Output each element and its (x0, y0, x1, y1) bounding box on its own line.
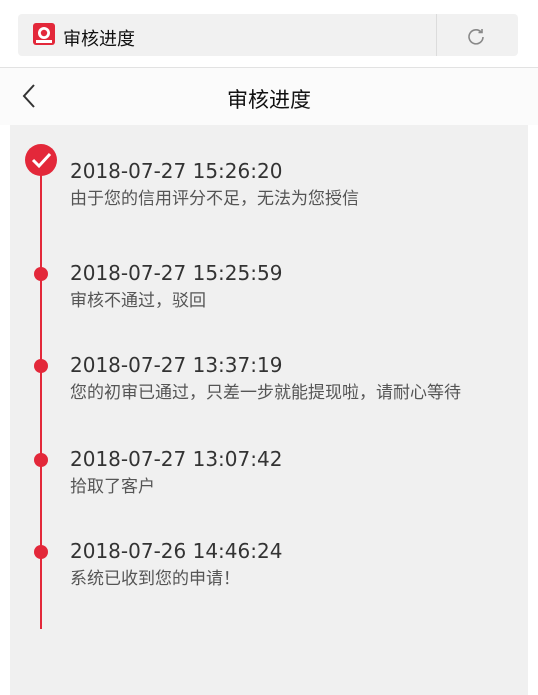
page-title: 审核进度 (227, 88, 311, 112)
app-logo-icon (33, 23, 55, 45)
nav-bar: 审核进度 (0, 68, 538, 125)
item-time: 2018-07-27 13:07:42 (70, 447, 283, 471)
timeline-dot (34, 267, 48, 281)
refresh-icon[interactable] (466, 26, 486, 46)
divider (436, 14, 437, 56)
timeline-item: 2018-07-26 14:46:24 系统已收到您的申请！ (70, 539, 282, 590)
timeline-item: 2018-07-27 15:25:59 审核不通过，驳回 (70, 261, 282, 312)
item-time: 2018-07-27 15:26:20 (70, 159, 283, 183)
timeline-item: 2018-07-27 13:07:42 拾取了客户 (70, 447, 282, 498)
timeline-dot (34, 359, 48, 373)
item-desc: 由于您的信用评分不足，无法为您授信 (70, 189, 359, 209)
item-desc: 您的初审已通过，只差一步就能提现啦，请耐心等待 (70, 383, 461, 403)
tab[interactable]: 审核进度 (18, 14, 518, 56)
timeline: 2018-07-27 15:26:20 由于您的信用评分不足，无法为您授信 20… (10, 125, 528, 695)
item-desc: 拾取了客户 (70, 477, 155, 497)
timeline-item: 2018-07-27 15:26:20 由于您的信用评分不足，无法为您授信 (70, 159, 359, 210)
item-desc: 系统已收到您的申请！ (70, 569, 240, 589)
item-time: 2018-07-27 13:37:19 (70, 353, 283, 377)
timeline-item: 2018-07-27 13:37:19 您的初审已通过，只差一步就能提现啦，请耐… (70, 353, 461, 404)
timeline-dot (34, 453, 48, 467)
item-time: 2018-07-26 14:46:24 (70, 539, 283, 563)
timeline-dot (34, 545, 48, 559)
item-time: 2018-07-27 15:25:59 (70, 261, 283, 285)
browser-bar: 审核进度 (0, 0, 538, 68)
checkmark-circle-icon (25, 144, 57, 176)
item-desc: 审核不通过，驳回 (70, 291, 206, 311)
tab-title: 审核进度 (63, 29, 135, 50)
